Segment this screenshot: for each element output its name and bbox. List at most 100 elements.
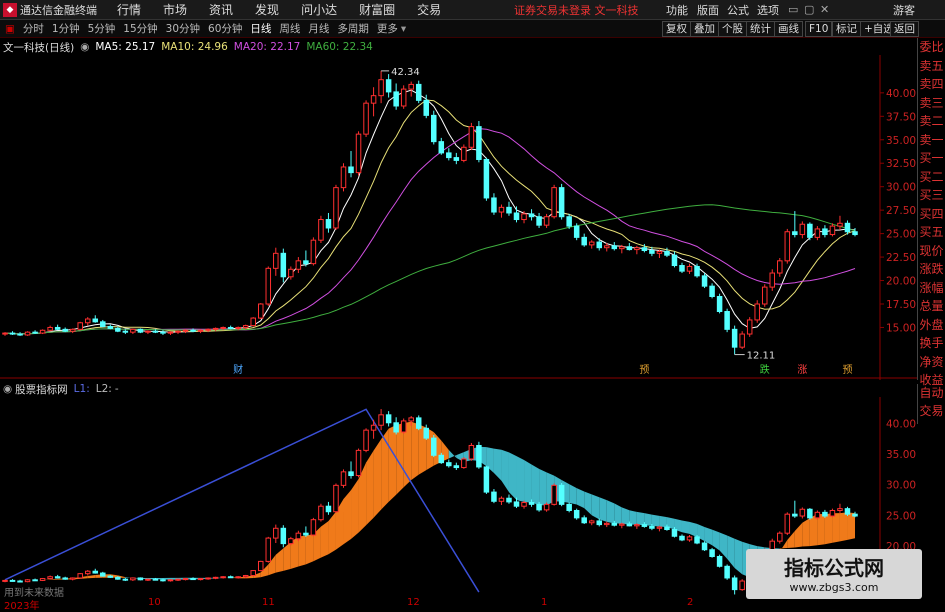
trade-panel-item[interactable]: 交易	[918, 402, 945, 420]
settings-icon[interactable]: ◉	[80, 41, 89, 53]
candle-body	[63, 329, 68, 331]
high-label: 42.34	[391, 67, 420, 78]
candle-body	[544, 217, 549, 225]
sub-candle-body	[514, 502, 519, 506]
watermark-url: www.zbgs3.com	[746, 581, 922, 594]
menu-market[interactable]: 市场	[163, 1, 187, 18]
menu-formula[interactable]: 公式	[727, 2, 749, 18]
minimize-icon[interactable]: ▭	[788, 3, 798, 16]
back-button[interactable]: 返回	[890, 21, 919, 37]
period-daily[interactable]: 日线	[250, 21, 271, 36]
period-60min[interactable]: 60分钟	[208, 21, 242, 36]
sub-candle-body	[559, 485, 564, 504]
period-monthly[interactable]: 月线	[308, 21, 329, 36]
menu-discover[interactable]: 发现	[255, 1, 279, 18]
band-segment	[622, 507, 630, 524]
chevron-down-icon[interactable]: ▾	[401, 23, 406, 35]
candle-body	[326, 220, 331, 228]
sub-candle-body	[236, 577, 241, 578]
sub-candle-body	[33, 580, 38, 581]
sub-candle-body	[131, 578, 136, 580]
order-book-item: 买三	[918, 186, 945, 205]
period-multi[interactable]: 多周期	[337, 21, 369, 36]
candle-body	[289, 269, 294, 277]
order-book-item: 净资	[918, 353, 945, 372]
event-marker[interactable]: 预	[639, 364, 649, 376]
menu-assistant[interactable]: 问小达	[301, 1, 337, 18]
candle-body	[808, 224, 813, 237]
candle-body	[198, 330, 203, 331]
indicator-settings-icon[interactable]: ◉	[3, 383, 12, 395]
menu-wealth[interactable]: 财富圈	[359, 1, 395, 18]
sub-candle-body	[3, 580, 8, 581]
candlestick-chart[interactable]: 40.0037.5035.0032.5030.0027.5025.0022.50…	[0, 55, 917, 380]
close-icon[interactable]: ✕	[820, 3, 829, 16]
sub-candle-body	[25, 580, 30, 582]
indicator-name[interactable]: 股票指标网	[15, 382, 68, 397]
candle-body	[228, 327, 233, 328]
sub-candle-body	[620, 524, 625, 525]
period-15min[interactable]: 15分钟	[123, 21, 157, 36]
restore-rights-button[interactable]: 复权	[662, 21, 691, 37]
menu-news[interactable]: 资讯	[209, 1, 233, 18]
band-segment	[659, 516, 667, 527]
f10-button[interactable]: F10	[805, 21, 832, 37]
overlay-button[interactable]: 叠加	[690, 21, 719, 37]
candle-body	[10, 333, 15, 334]
band-segment	[389, 425, 397, 502]
candle-body	[469, 127, 474, 148]
sub-candle-body	[213, 577, 218, 578]
menu-layout[interactable]: 版面	[697, 2, 719, 18]
order-book-item: 委比	[918, 38, 945, 57]
menu-options[interactable]: 选项	[757, 2, 779, 18]
period-30min[interactable]: 30分钟	[166, 21, 200, 36]
menu-function[interactable]: 功能	[666, 2, 688, 18]
sub-candle-body	[371, 425, 376, 430]
menu-quotes[interactable]: 行情	[117, 1, 141, 18]
candle-body	[409, 84, 414, 89]
order-book-item: 卖二	[918, 112, 945, 131]
candle-body	[657, 251, 662, 253]
sub-candle-body	[161, 580, 166, 581]
guest-label[interactable]: 游客	[893, 2, 915, 18]
watermark-title: 指标公式网	[746, 552, 922, 581]
event-marker[interactable]: 涨	[797, 364, 807, 376]
candle-body	[394, 92, 399, 106]
candle-body	[274, 253, 279, 268]
stock-title: 文一科技(日线)	[3, 40, 74, 55]
login-notice[interactable]: 证券交易未登录 文一科技	[514, 2, 639, 18]
stock-link[interactable]: 文一科技	[595, 4, 639, 17]
period-1min[interactable]: 1分钟	[52, 21, 80, 36]
menu-trade[interactable]: 交易	[417, 1, 441, 18]
skin-icon[interactable]: ▢	[804, 3, 814, 16]
sub-candle-body	[10, 580, 15, 581]
candle-body	[116, 328, 121, 331]
event-marker[interactable]: 财	[233, 363, 243, 376]
sub-candle-body	[567, 504, 572, 510]
period-weekly[interactable]: 周线	[279, 21, 300, 36]
band-segment	[712, 530, 720, 551]
candle-body	[416, 84, 421, 100]
candle-body	[642, 248, 647, 251]
mark-button[interactable]: 标记	[832, 21, 861, 37]
period-more[interactable]: 更多	[377, 21, 398, 36]
candle-body	[371, 96, 376, 104]
trade-panel-item[interactable]: 自动	[918, 384, 945, 402]
draw-button[interactable]: 画线	[774, 21, 803, 37]
stock-button[interactable]: 个股	[718, 21, 747, 37]
candle-body	[221, 327, 226, 328]
sub-candle-body	[326, 506, 331, 512]
event-marker[interactable]: 预	[842, 364, 852, 376]
sub-candle-body	[717, 556, 722, 566]
band-segment	[592, 494, 600, 519]
period-intraday[interactable]: 分时	[23, 21, 44, 36]
sub-candle-body	[85, 571, 90, 573]
sub-candle-body	[612, 523, 617, 525]
sub-candle-body	[266, 538, 271, 561]
candle-body	[514, 213, 519, 220]
statistics-button[interactable]: 统计	[746, 21, 775, 37]
event-marker[interactable]: 跌	[760, 363, 770, 376]
period-5min[interactable]: 5分钟	[88, 21, 116, 36]
candle-body	[462, 147, 467, 160]
period-icon[interactable]: ▣	[5, 23, 15, 35]
